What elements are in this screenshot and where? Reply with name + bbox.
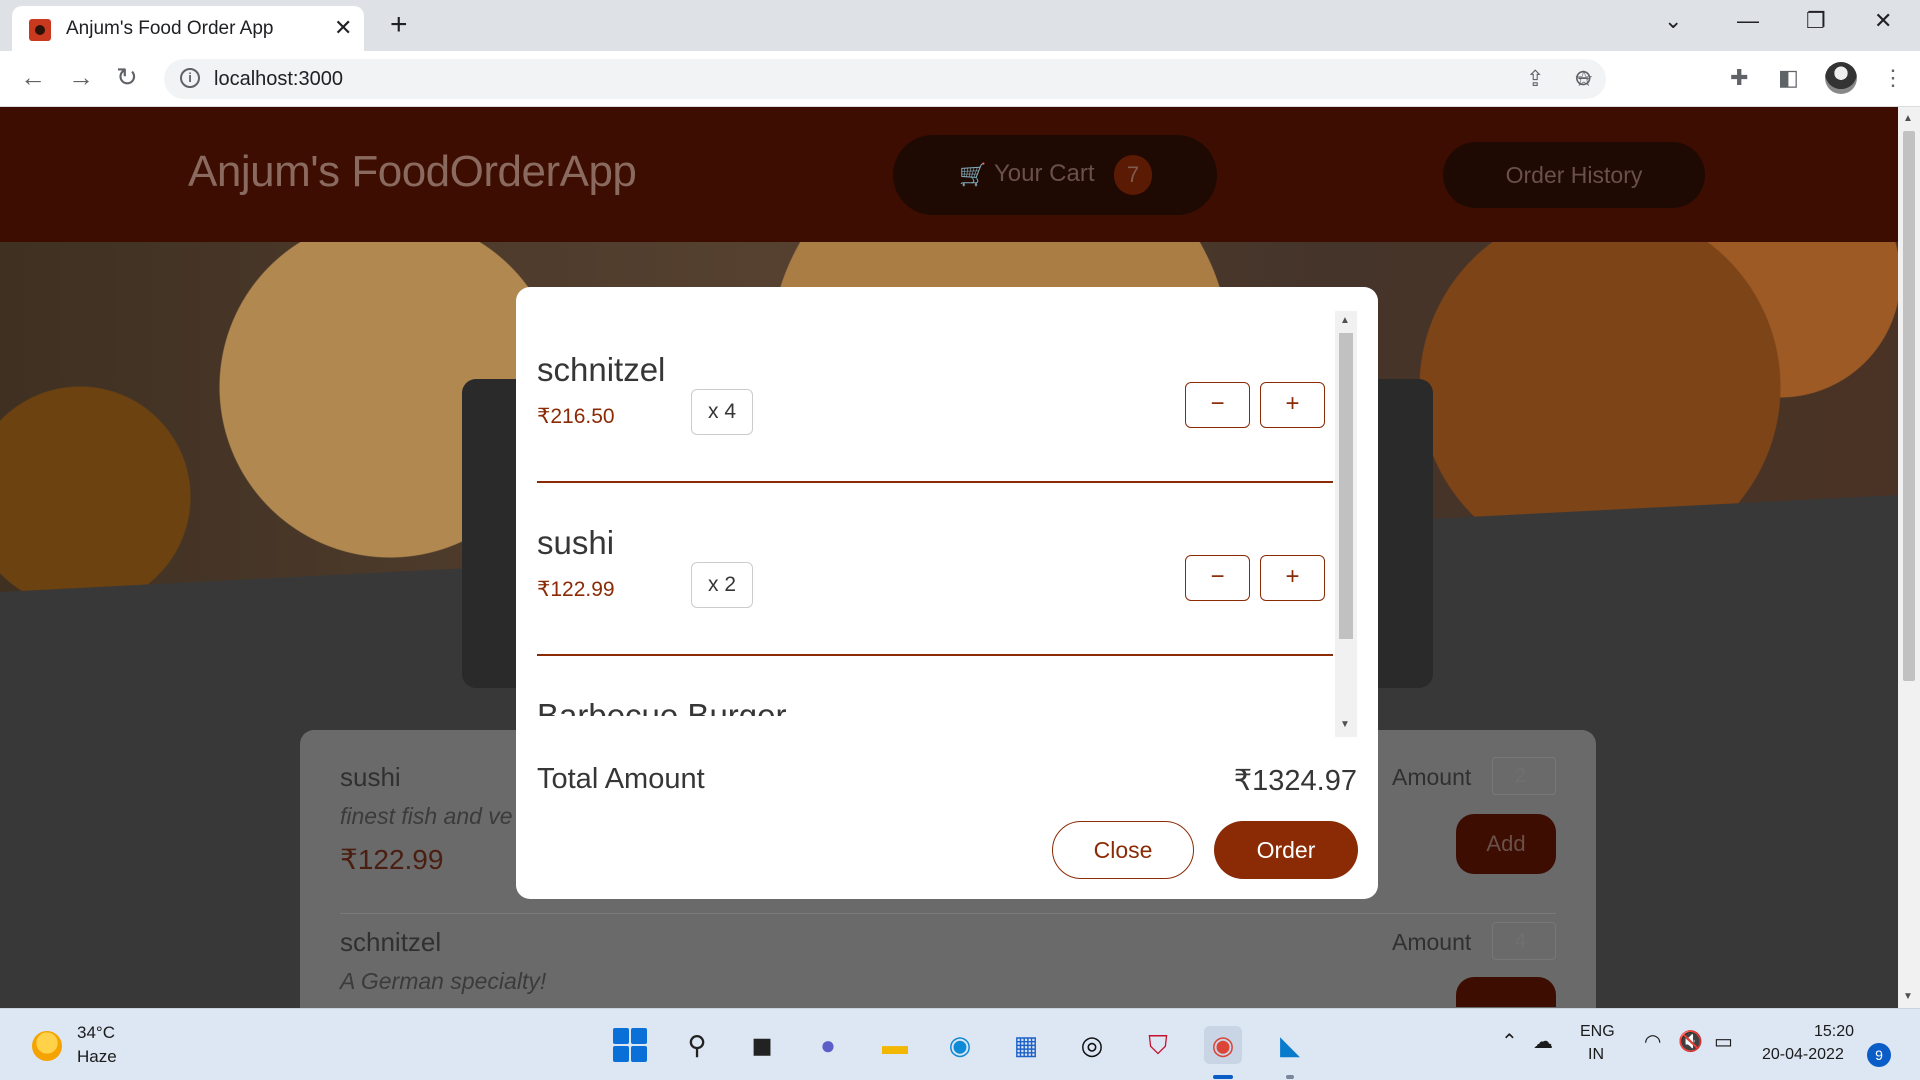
minimize-icon[interactable]: — bbox=[1737, 8, 1759, 34]
amount-label: Amount bbox=[1392, 764, 1472, 790]
close-button[interactable]: Close bbox=[1052, 821, 1194, 879]
edge-icon[interactable]: ◉ bbox=[941, 1026, 979, 1064]
favicon-icon bbox=[29, 19, 51, 41]
increase-button[interactable]: + bbox=[1260, 555, 1325, 601]
weather-icon[interactable] bbox=[32, 1031, 62, 1061]
windows-taskbar: 34°C Haze ⚲ ◼ ● ▬ ◉ ▦ ◎ ⛉ ◉ ◣ ⌃ ☁ ENG IN… bbox=[0, 1008, 1920, 1080]
mcafee-icon[interactable]: ⛉ bbox=[1139, 1026, 1177, 1064]
forward-icon[interactable]: → bbox=[68, 62, 94, 93]
running-app-indicator bbox=[1286, 1075, 1294, 1079]
meal-name: schnitzel bbox=[340, 927, 442, 957]
menu-icon[interactable]: ⋮ bbox=[1882, 65, 1904, 91]
start-icon[interactable] bbox=[611, 1026, 649, 1064]
app-header: Anjum's FoodOrderApp 🛒 Your Cart 7 Order… bbox=[0, 107, 1898, 242]
app-brand: Anjum's FoodOrderApp bbox=[188, 147, 637, 196]
amount-label: Amount bbox=[1392, 929, 1472, 955]
cart-item-name: Barbecue Burger bbox=[537, 697, 787, 716]
show-hidden-icons-icon[interactable]: ⌃ bbox=[1501, 1029, 1518, 1054]
onedrive-icon[interactable]: ☁ bbox=[1533, 1029, 1553, 1054]
back-icon[interactable]: ← bbox=[20, 62, 46, 93]
order-history-button[interactable]: Order History bbox=[1443, 142, 1705, 208]
weather-temperature[interactable]: 34°C bbox=[77, 1023, 115, 1043]
total-amount-value: ₹1324.97 bbox=[1233, 765, 1357, 797]
cart-label: Your Cart bbox=[994, 160, 1095, 187]
active-app-indicator bbox=[1213, 1075, 1233, 1079]
meal-description: A German specialty! bbox=[340, 968, 547, 994]
notification-badge[interactable]: 9 bbox=[1867, 1043, 1891, 1067]
cart-items-list: schnitzel ₹216.50 x 4 − + sushi ₹122.99 … bbox=[537, 311, 1333, 716]
extensions-icon[interactable]: ✚ bbox=[1730, 65, 1748, 91]
scroll-up-icon[interactable]: ▲ bbox=[1340, 315, 1350, 326]
close-tab-icon[interactable]: ✕ bbox=[334, 15, 352, 41]
url-text[interactable]: localhost:3000 bbox=[214, 68, 343, 91]
cart-button[interactable]: 🛒 Your Cart 7 bbox=[893, 135, 1217, 215]
total-amount-label: Total Amount bbox=[537, 763, 705, 795]
language-line2[interactable]: IN bbox=[1588, 1046, 1604, 1064]
profile-avatar[interactable] bbox=[1825, 62, 1857, 94]
order-button[interactable]: Order bbox=[1214, 821, 1358, 879]
store-icon[interactable]: ▦ bbox=[1007, 1026, 1045, 1064]
cart-icon: 🛒 bbox=[959, 162, 987, 187]
tab-search-icon[interactable]: ⌄ bbox=[1664, 8, 1682, 34]
battery-icon[interactable]: ▭ bbox=[1714, 1029, 1733, 1054]
increase-button[interactable]: + bbox=[1260, 382, 1325, 428]
chat-icon[interactable]: ● bbox=[809, 1026, 847, 1064]
close-window-icon[interactable]: ✕ bbox=[1874, 8, 1892, 34]
add-button[interactable]: Add bbox=[1456, 814, 1556, 874]
browser-tab[interactable]: Anjum's Food Order App ✕ bbox=[12, 6, 364, 51]
cart-item-price: ₹122.99 bbox=[537, 578, 615, 601]
meal-item: schnitzel A German specialty! Amount 4 bbox=[340, 915, 1556, 1008]
cart-item-quantity: x 4 bbox=[691, 389, 753, 435]
share-icon[interactable]: ⇪ bbox=[1526, 66, 1544, 92]
scroll-down-icon[interactable]: ▼ bbox=[1903, 991, 1913, 1002]
tab-title: Anjum's Food Order App bbox=[66, 18, 274, 39]
amount-input[interactable]: 4 bbox=[1492, 922, 1556, 960]
scroll-down-icon[interactable]: ▼ bbox=[1340, 719, 1350, 730]
cart-item-price: ₹216.50 bbox=[537, 405, 615, 428]
amount-input[interactable]: 2 bbox=[1492, 757, 1556, 795]
meal-price: ₹122.99 bbox=[340, 844, 444, 875]
chrome-icon[interactable]: ◉ bbox=[1204, 1026, 1242, 1064]
wifi-icon[interactable]: ◠ bbox=[1644, 1029, 1661, 1054]
scrollbar-thumb[interactable] bbox=[1903, 131, 1915, 681]
address-bar[interactable]: i localhost:3000 ☆ ⇪ bbox=[164, 59, 1606, 99]
file-explorer-icon[interactable]: ▬ bbox=[876, 1026, 914, 1064]
weather-description[interactable]: Haze bbox=[77, 1047, 117, 1067]
volume-muted-icon[interactable]: 🔇 bbox=[1678, 1029, 1703, 1054]
dell-icon[interactable]: ◎ bbox=[1073, 1026, 1111, 1064]
cart-list-scrollbar[interactable]: ▲ ▼ bbox=[1335, 311, 1357, 737]
cart-item-name: sushi bbox=[537, 524, 615, 561]
cart-item-quantity: x 2 bbox=[691, 562, 753, 608]
search-icon[interactable]: ⚲ bbox=[678, 1026, 716, 1064]
scrollbar-thumb[interactable] bbox=[1339, 333, 1353, 639]
language-line1[interactable]: ENG bbox=[1580, 1023, 1615, 1041]
cart-modal: schnitzel ₹216.50 x 4 − + sushi ₹122.99 … bbox=[516, 287, 1378, 899]
side-panel-icon[interactable]: ◧ bbox=[1778, 65, 1799, 91]
zoom-icon[interactable]: ⊖ bbox=[1574, 65, 1592, 91]
reload-icon[interactable]: ↻ bbox=[116, 62, 138, 93]
decrease-button[interactable]: − bbox=[1185, 555, 1250, 601]
cart-item: sushi ₹122.99 x 2 − + bbox=[537, 484, 1333, 656]
vscode-icon[interactable]: ◣ bbox=[1271, 1026, 1309, 1064]
add-button[interactable] bbox=[1456, 977, 1556, 1007]
page-scrollbar[interactable]: ▲ ▼ bbox=[1898, 107, 1920, 1008]
cart-count-badge: 7 bbox=[1114, 155, 1152, 195]
clock-time[interactable]: 15:20 bbox=[1814, 1023, 1854, 1041]
page-viewport: Anjum's FoodOrderApp 🛒 Your Cart 7 Order… bbox=[0, 107, 1898, 1008]
cart-item: Barbecue Burger − + bbox=[537, 657, 1333, 716]
decrease-button[interactable]: − bbox=[1185, 382, 1250, 428]
clock-date[interactable]: 20-04-2022 bbox=[1762, 1046, 1844, 1064]
restore-icon[interactable]: ❐ bbox=[1806, 8, 1826, 34]
meal-description: finest fish and ve bbox=[340, 803, 513, 829]
new-tab-button[interactable]: + bbox=[390, 8, 408, 42]
cart-item: schnitzel ₹216.50 x 4 − + bbox=[537, 311, 1333, 483]
site-info-icon[interactable]: i bbox=[180, 68, 200, 88]
meal-name: sushi bbox=[340, 762, 401, 792]
browser-toolbar: ← → ↻ i localhost:3000 ☆ ⇪ ⊖ ✚ ◧ ⋮ bbox=[0, 51, 1920, 107]
task-view-icon[interactable]: ◼ bbox=[743, 1026, 781, 1064]
scroll-up-icon[interactable]: ▲ bbox=[1903, 113, 1913, 124]
cart-item-name: schnitzel bbox=[537, 351, 666, 388]
browser-tab-strip: Anjum's Food Order App ✕ + ⌄ — ❐ ✕ bbox=[0, 0, 1920, 51]
